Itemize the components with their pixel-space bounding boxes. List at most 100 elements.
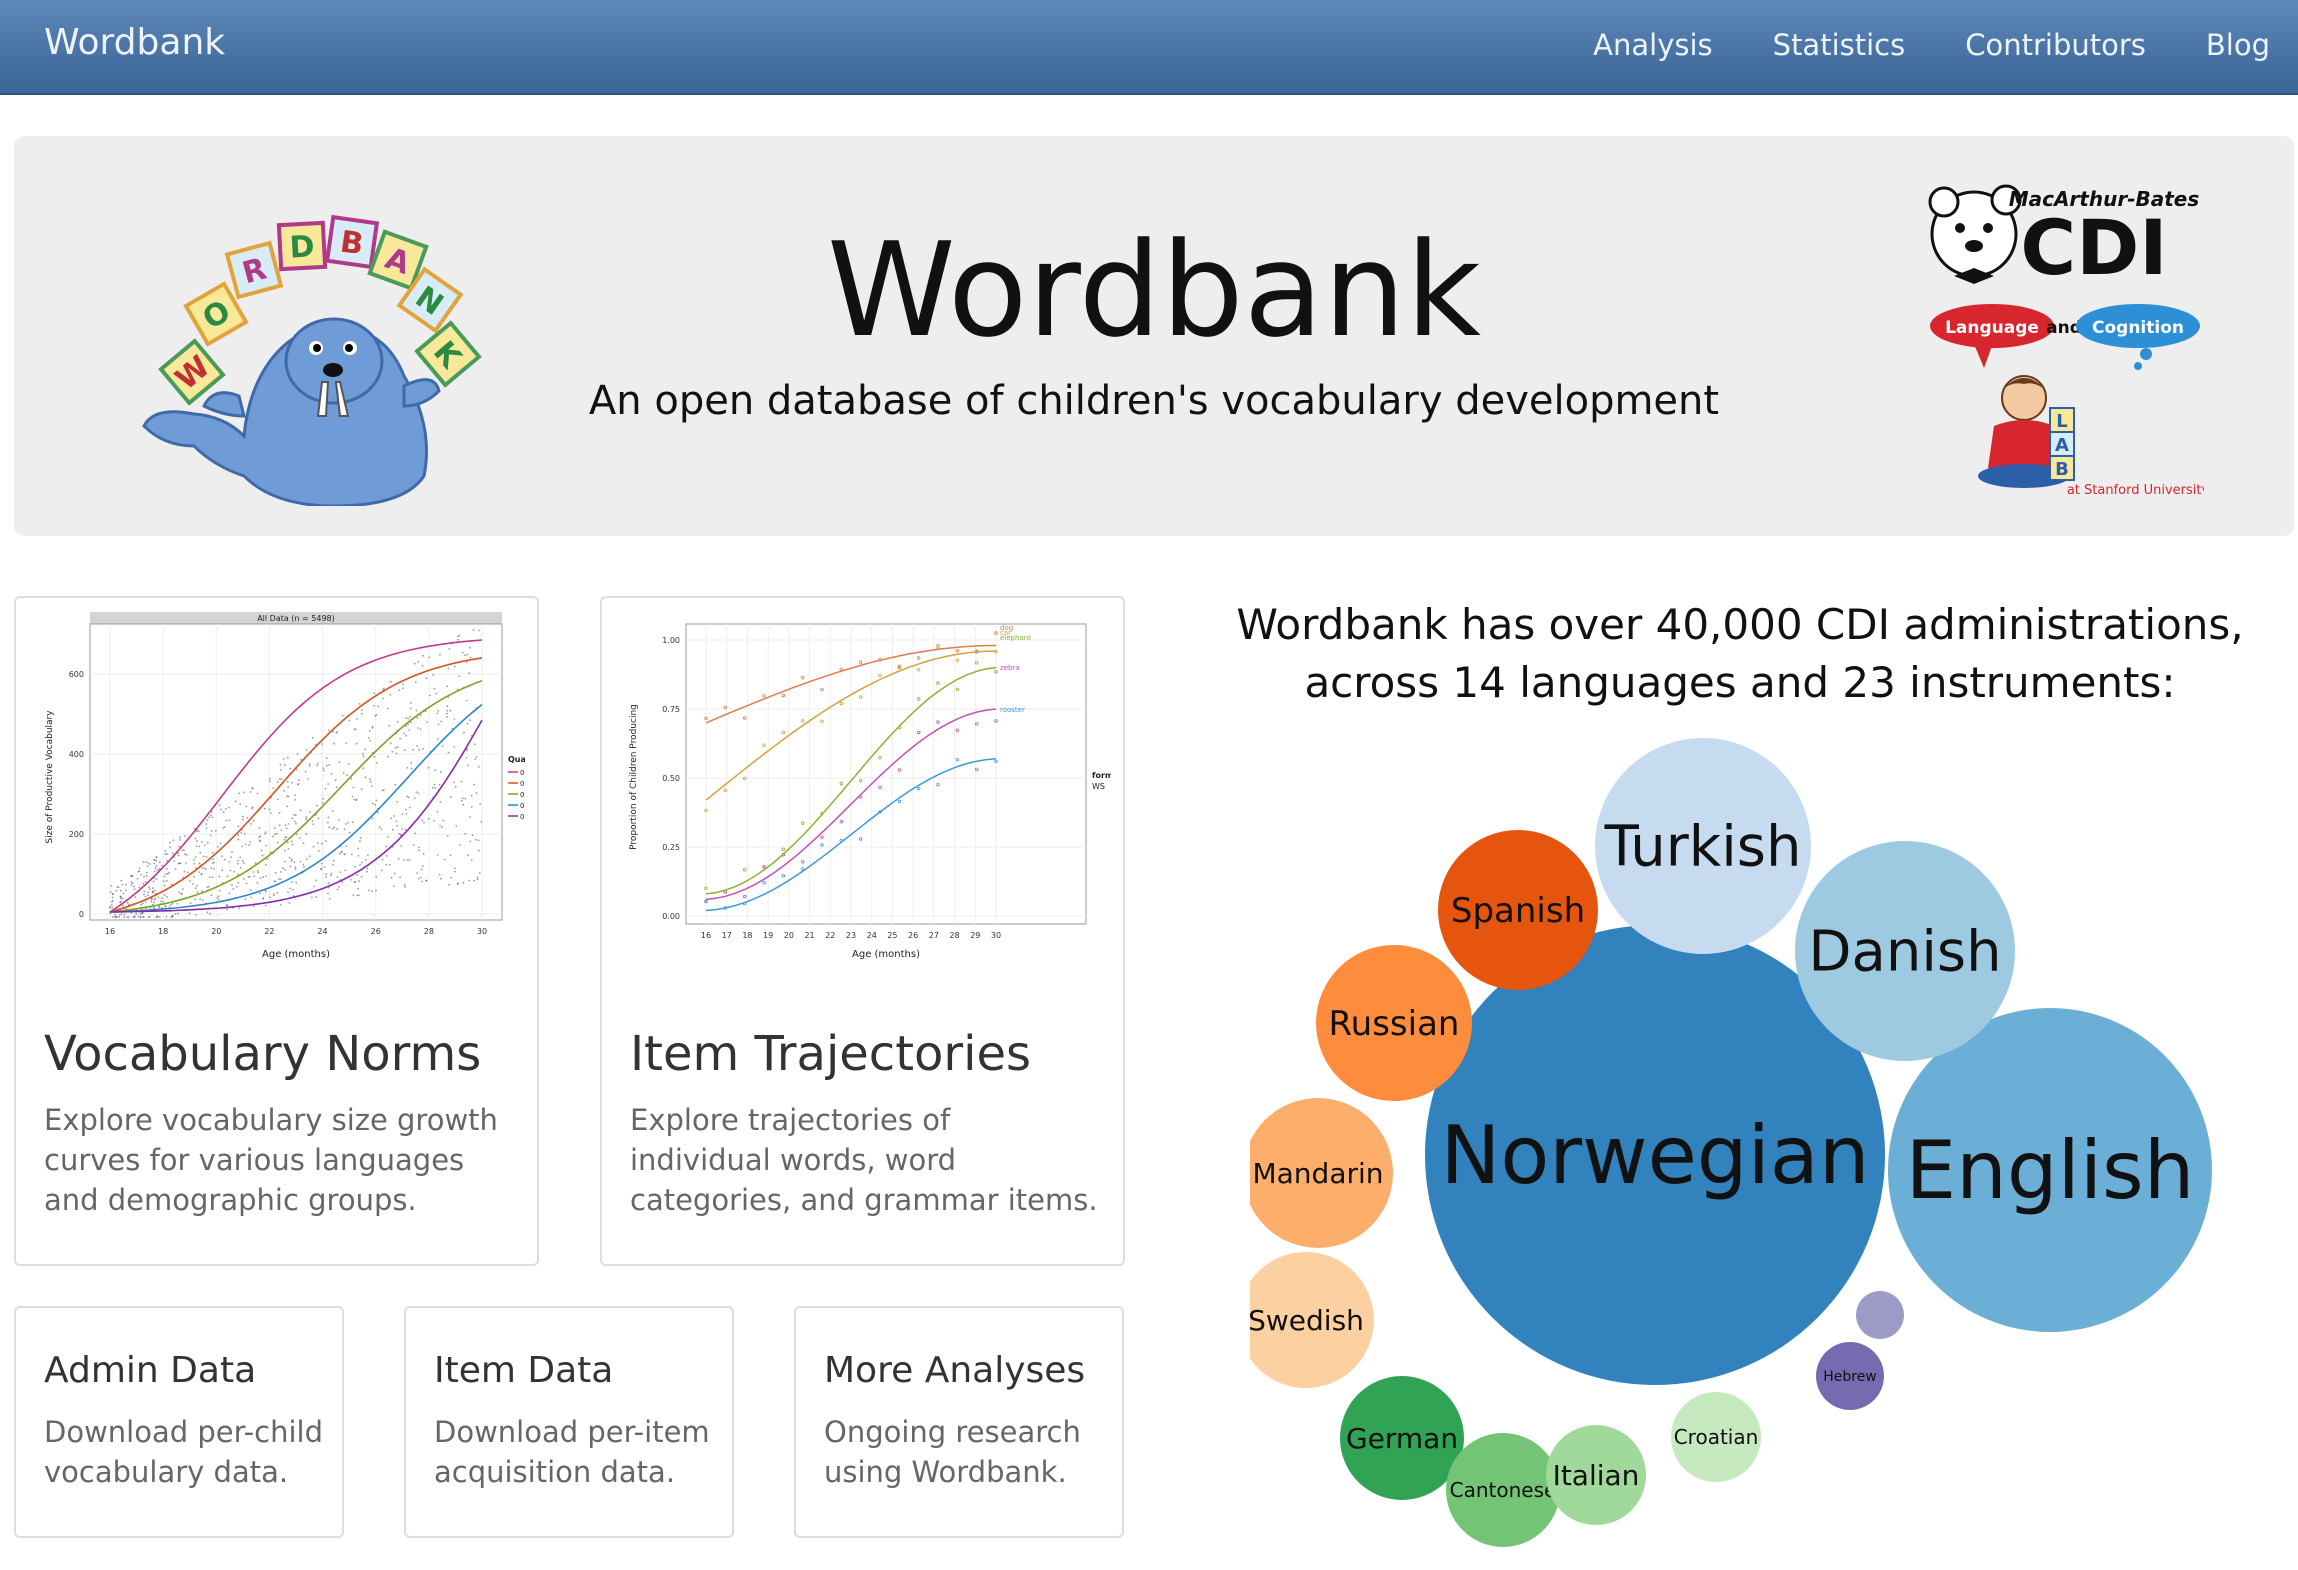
scatter-dot (296, 753, 299, 756)
scatter-dot (403, 859, 405, 861)
scatter-dot (115, 889, 118, 892)
card-title: Vocabulary Norms (44, 1026, 482, 1082)
bubble-unlabeled[interactable] (1856, 1291, 1904, 1339)
scatter-dot (172, 839, 175, 842)
scatter-dot (137, 915, 140, 918)
scatter-dot (269, 896, 271, 899)
scatter-dot (173, 860, 176, 862)
scatter-dot (421, 880, 424, 883)
scatter-dot (209, 834, 212, 837)
scatter-dot (381, 858, 384, 861)
x-tick-label: 21 (804, 931, 814, 940)
scatter-dot (235, 885, 238, 888)
scatter-dot (315, 879, 317, 882)
scatter-dot (427, 766, 430, 769)
x-tick-label: 28 (949, 931, 959, 940)
nav-blog[interactable]: Blog (2206, 28, 2270, 62)
scatter-dot (226, 904, 229, 907)
bear-icon (1928, 184, 2022, 284)
scatter-dot (253, 875, 256, 878)
scatter-dot (444, 858, 446, 861)
scatter-dot (344, 869, 347, 872)
scatter-dot (404, 828, 407, 831)
scatter-dot (470, 794, 473, 797)
scatter-dot (280, 778, 283, 780)
scatter-dot (313, 885, 315, 888)
scatter-dot (142, 861, 145, 863)
scatter-dot (475, 792, 478, 794)
scatter-dot (277, 798, 279, 801)
scatter-dot (286, 841, 289, 844)
card-vocabulary-norms[interactable]: All Data (n = 5498) 0 200 400 600 16 18 20 22 2… (14, 596, 539, 1266)
scatter-dot (364, 776, 367, 779)
scatter-dot (119, 901, 121, 904)
nav-contributors[interactable]: Contributors (1965, 28, 2146, 62)
scatter-dot (241, 859, 244, 862)
scatter-dot (338, 819, 340, 821)
scatter-dot (303, 865, 305, 868)
scatter-dot (120, 913, 123, 915)
scatter-dot (461, 799, 463, 802)
scatter-dot (208, 816, 211, 818)
scatter-dot (169, 904, 172, 906)
scatter-dot (133, 885, 135, 888)
scatter-dot (409, 715, 411, 718)
scatter-dot (389, 680, 392, 683)
scatter-dot (176, 903, 179, 905)
card-more-analyses[interactable]: More Analyses Ongoing research using Wor… (794, 1306, 1124, 1538)
scatter-dot (417, 727, 419, 729)
scatter-dot (148, 916, 151, 918)
x-tick-label: 18 (742, 931, 752, 940)
scatter-dot (155, 864, 158, 867)
y-tick-label: 0.75 (662, 705, 680, 714)
scatter-dot (422, 853, 425, 855)
scatter-dot (139, 913, 142, 915)
plot-area (685, 623, 1087, 925)
scatter-dot (332, 827, 334, 830)
scatter-dot (289, 865, 292, 868)
scatter-dot (414, 681, 417, 684)
scatter-dot (256, 881, 259, 884)
scatter-dot (236, 862, 239, 865)
scatter-dot (136, 877, 139, 880)
scatter-dot (345, 845, 348, 847)
scatter-dot (245, 805, 248, 808)
scatter-dot (291, 843, 294, 846)
scatter-dot (145, 874, 148, 877)
scatter-dot (476, 878, 479, 880)
scatter-dot (440, 720, 443, 723)
scatter-dot (389, 742, 392, 745)
x-tick-label: 27 (929, 931, 939, 940)
scatter-dot (351, 795, 354, 798)
scatter-dot (211, 862, 214, 864)
scatter-dot (299, 860, 302, 863)
card-item-trajectories[interactable]: dog car elephant zebra rooster 0.00 0.25 0.50 0… (600, 596, 1125, 1266)
card-title: Admin Data (44, 1350, 257, 1391)
scatter-dot (362, 755, 365, 758)
scatter-dot (260, 849, 263, 852)
scatter-dot (375, 889, 377, 892)
x-tick-label: 16 (701, 931, 711, 940)
card-item-data[interactable]: Item Data Download per-item acquisition … (404, 1306, 734, 1538)
scatter-dot (178, 862, 181, 865)
nav-analysis[interactable]: Analysis (1593, 28, 1712, 62)
scatter-dot (123, 916, 125, 918)
brand-link[interactable]: Wordbank (44, 22, 225, 63)
cdi-lab-logo: MacArthur-Bates CDI Language and Cogniti… (1928, 184, 2204, 496)
scatter-dot (154, 870, 156, 873)
scatter-dot (210, 894, 213, 897)
card-admin-data[interactable]: Admin Data Download per-child vocabulary… (14, 1306, 344, 1538)
scatter-dot (249, 889, 252, 891)
scatter-dot (192, 858, 195, 861)
scatter-dot (149, 863, 151, 865)
scatter-dot (425, 879, 427, 882)
scatter-dot (165, 873, 168, 875)
scatter-dot (297, 783, 300, 785)
scatter-dot (244, 898, 247, 900)
scatter-dot (467, 854, 469, 857)
scatter-dot (242, 818, 244, 821)
scatter-dot (423, 821, 425, 824)
bubble-label-hebrew: Hebrew (1823, 1369, 1877, 1385)
nav-statistics[interactable]: Statistics (1773, 28, 1906, 62)
scatter-dot (141, 902, 144, 905)
